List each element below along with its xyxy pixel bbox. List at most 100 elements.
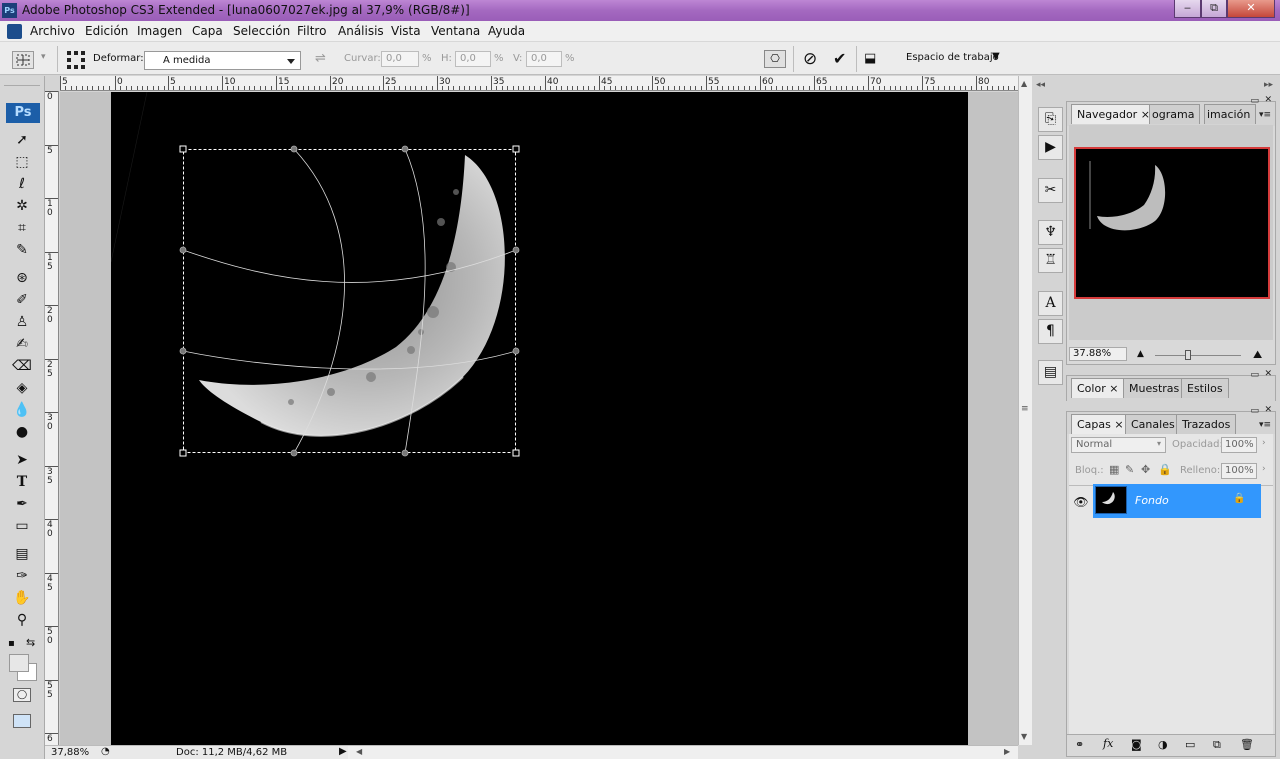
- horizontal-ruler[interactable]: 5 0 5 10 15 20 25 30 35 40 45 50 55 60 65 70 75 80: [60, 76, 1018, 91]
- horizontal-scrollbar[interactable]: ◀ ▶: [348, 745, 1018, 759]
- scroll-thumb-grip-icon[interactable]: ≡: [1021, 404, 1029, 414]
- tab-muestras[interactable]: Muestras: [1123, 378, 1186, 398]
- layer-name[interactable]: Fondo: [1135, 494, 1169, 507]
- layer-row-fondo[interactable]: Fondo 🔒: [1093, 484, 1261, 518]
- menu-capa[interactable]: Capa: [192, 24, 223, 38]
- layer-comps-panel-icon[interactable]: ▤: [1038, 360, 1063, 385]
- lock-all-icon[interactable]: 🔒: [1158, 463, 1172, 476]
- deform-select[interactable]: A medida: [144, 51, 301, 70]
- minimize-panel-icon[interactable]: ▭: [1250, 406, 1259, 416]
- scroll-down-icon[interactable]: ▼: [1021, 732, 1027, 741]
- lasso-tool-icon[interactable]: ℓ: [11, 174, 33, 194]
- notes-tool-icon[interactable]: ▤: [11, 544, 33, 564]
- commit-transform-icon[interactable]: ✔: [833, 49, 846, 68]
- switch-warp-free-transform-icon[interactable]: ⎔: [764, 50, 786, 68]
- menu-seleccion[interactable]: Selección: [233, 24, 290, 38]
- zoom-in-icon[interactable]: ⛰: [1253, 348, 1262, 362]
- collapse-dock-icon[interactable]: ◂◂: [1036, 80, 1045, 90]
- menu-ayuda[interactable]: Ayuda: [488, 24, 525, 38]
- ps-menu-icon[interactable]: [7, 24, 22, 39]
- close-panel-icon[interactable]: ✕: [1264, 95, 1272, 105]
- navigator-zoom-input[interactable]: 37.88%: [1069, 347, 1127, 361]
- status-menu-arrow-icon[interactable]: ▶: [339, 746, 347, 757]
- tool-preset-arrow-icon[interactable]: ▾: [41, 52, 46, 62]
- blur-tool-icon[interactable]: 💧: [11, 400, 33, 420]
- bridge-icon[interactable]: ⬓: [864, 51, 876, 66]
- tool-preset-icon[interactable]: [12, 51, 34, 69]
- zoom-level[interactable]: 37,88%: [51, 747, 89, 758]
- shape-tool-icon[interactable]: ▭: [11, 516, 33, 536]
- new-group-icon[interactable]: ▭: [1185, 738, 1195, 751]
- lock-pixels-icon[interactable]: ✎: [1125, 463, 1134, 476]
- history-brush-tool-icon[interactable]: ✍: [11, 334, 33, 354]
- lock-position-icon[interactable]: ✥: [1141, 463, 1150, 476]
- restore-button[interactable]: ⧉: [1201, 0, 1227, 18]
- delete-layer-icon[interactable]: 🗑: [1240, 738, 1254, 751]
- workspace-arrow-icon[interactable]: ▼: [992, 51, 1000, 62]
- menu-archivo[interactable]: Archivo: [30, 24, 75, 38]
- close-panel-icon[interactable]: ✕: [1264, 369, 1272, 379]
- zoom-slider[interactable]: [1155, 355, 1241, 356]
- v-input[interactable]: 0,0: [526, 51, 562, 67]
- scroll-up-icon[interactable]: ▲: [1021, 79, 1027, 88]
- curve-input[interactable]: 0,0: [381, 51, 419, 67]
- swap-colors-icon[interactable]: ⇆: [26, 636, 35, 649]
- menu-analisis[interactable]: Análisis: [338, 24, 384, 38]
- menu-ventana[interactable]: Ventana: [431, 24, 480, 38]
- tab-histograma[interactable]: ograma: [1149, 104, 1201, 124]
- adjustment-layer-icon[interactable]: ◑: [1158, 738, 1168, 751]
- healing-brush-tool-icon[interactable]: ⊛: [11, 268, 33, 288]
- close-tab-icon[interactable]: ×: [1114, 418, 1123, 431]
- menu-imagen[interactable]: Imagen: [137, 24, 182, 38]
- dodge-tool-icon[interactable]: ●: [11, 422, 33, 442]
- workspace-menu[interactable]: Espacio de trabajo: [906, 52, 999, 63]
- layer-visibility-eye-icon[interactable]: 👁: [1071, 486, 1091, 518]
- paragraph-panel-icon[interactable]: ¶: [1038, 319, 1063, 344]
- tab-color[interactable]: Color ×: [1071, 378, 1125, 398]
- type-tool-icon[interactable]: T: [11, 472, 33, 492]
- panel-menu-icon[interactable]: ▾≡: [1259, 420, 1271, 430]
- menu-edicion[interactable]: Edición: [85, 24, 128, 38]
- opacity-input[interactable]: 100%: [1221, 437, 1257, 453]
- magic-wand-tool-icon[interactable]: ✲: [11, 196, 33, 216]
- default-colors-icon[interactable]: ▪: [8, 638, 15, 649]
- warp-orientation-icon[interactable]: ⇌: [315, 51, 326, 66]
- paint-bucket-tool-icon[interactable]: ◈: [11, 378, 33, 398]
- tool-presets-panel-icon[interactable]: ✂: [1038, 178, 1063, 203]
- navigator-thumbnail[interactable]: [1074, 147, 1270, 299]
- lock-transparent-icon[interactable]: ▦: [1109, 463, 1119, 476]
- foreground-color-swatch[interactable]: [9, 654, 29, 672]
- close-panel-icon[interactable]: ✕: [1264, 405, 1272, 415]
- path-selection-tool-icon[interactable]: ➤: [11, 450, 33, 470]
- scroll-right-icon[interactable]: ▶: [1004, 747, 1010, 756]
- brushes-panel-icon[interactable]: ♆: [1038, 220, 1063, 245]
- minimize-panel-icon[interactable]: ▭: [1250, 96, 1259, 106]
- link-layers-icon[interactable]: ⚭: [1075, 738, 1084, 751]
- fill-arrow-icon[interactable]: ›: [1262, 464, 1266, 474]
- tab-animacion[interactable]: imación: [1204, 104, 1257, 124]
- blend-dropdown-icon[interactable]: ▾: [1157, 439, 1161, 448]
- tab-estilos[interactable]: Estilos: [1181, 378, 1229, 398]
- zoom-tool-icon[interactable]: ⚲: [11, 610, 33, 630]
- toolbox-grip[interactable]: [4, 78, 40, 86]
- move-tool-icon[interactable]: ➚: [11, 130, 33, 150]
- menu-filtro[interactable]: Filtro: [297, 24, 326, 38]
- clone-source-panel-icon[interactable]: ♖: [1038, 248, 1063, 273]
- fill-input[interactable]: 100%: [1221, 463, 1257, 479]
- vertical-scrollbar[interactable]: ▲ ≡ ▼: [1018, 76, 1032, 745]
- panel-menu-icon[interactable]: ▾≡: [1259, 110, 1271, 120]
- zoom-slider-thumb[interactable]: [1185, 350, 1191, 360]
- minimize-panel-icon[interactable]: ▭: [1250, 370, 1259, 380]
- tab-canales[interactable]: Canales: [1125, 414, 1181, 434]
- tab-navegador[interactable]: Navegador ×: [1071, 104, 1156, 124]
- brush-tool-icon[interactable]: ✐: [11, 290, 33, 310]
- canvas-area[interactable]: [60, 92, 1018, 745]
- crop-tool-icon[interactable]: ⌗: [11, 218, 33, 238]
- warp-mesh[interactable]: [111, 92, 968, 745]
- marquee-tool-icon[interactable]: ⬚: [11, 152, 33, 172]
- h-input[interactable]: 0,0: [455, 51, 491, 67]
- opacity-arrow-icon[interactable]: ›: [1262, 438, 1266, 448]
- pen-tool-icon[interactable]: ✒: [11, 494, 33, 514]
- slice-tool-icon[interactable]: ✎: [11, 240, 33, 260]
- scroll-left-icon[interactable]: ◀: [356, 747, 362, 756]
